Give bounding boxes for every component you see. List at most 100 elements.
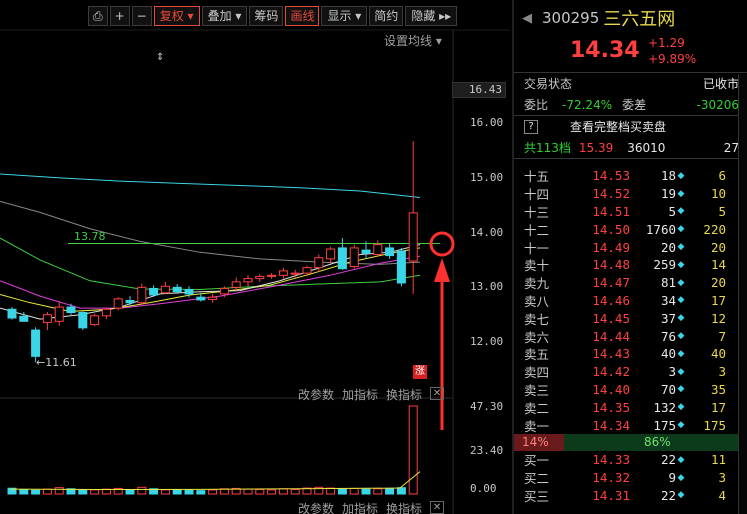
toolbar-overlay-button[interactable]: 叠加 ▾ — [201, 6, 248, 26]
volume-bar — [19, 489, 29, 495]
candle-body — [326, 248, 336, 260]
level-label: 十五 — [524, 169, 550, 185]
order-book-row[interactable]: 十四 14.52 19 ◆ 10 — [514, 185, 747, 203]
toolbar-hide-button[interactable]: 隐藏 ▸▸ — [405, 6, 458, 26]
full-book-link[interactable]: 查看完整档买卖盘 — [570, 118, 666, 135]
order-book-row[interactable]: 十三 14.51 5 ◆ 5 — [514, 203, 747, 221]
change-params-button[interactable]: 改参数 — [298, 500, 334, 514]
total-levels-volume: 36010 — [627, 140, 666, 155]
volume-bar — [54, 487, 64, 495]
flag-icon: ◆ — [677, 206, 685, 217]
candle-body — [113, 298, 123, 309]
toolbar-zoom-out-button[interactable]: − — [131, 6, 152, 26]
toolbar-simple-button[interactable]: 简约 — [369, 6, 404, 26]
level-price: 14.34 — [592, 417, 630, 433]
candle-body — [149, 287, 159, 296]
order-book-row[interactable]: 十五 14.53 18 ◆ 6 — [514, 167, 747, 185]
candle-body — [396, 250, 406, 284]
order-book-row[interactable]: 卖十 14.48 259 ◆ 14 — [514, 256, 747, 274]
change-params-button[interactable]: 改参数 — [298, 386, 334, 403]
toolbar-fuquan-button[interactable]: 复权 ▾ — [153, 6, 200, 26]
order-book-row[interactable]: 买二 14.32 9 ◆ 3 — [514, 469, 747, 487]
level-price: 14.32 — [592, 470, 630, 486]
level-extra: 7 — [718, 328, 726, 344]
volume-bar — [42, 488, 52, 495]
full-book-row[interactable]: ? 查看完整档买卖盘 — [514, 116, 747, 137]
flag-icon: ◆ — [677, 313, 685, 324]
order-book-row[interactable]: 卖二 14.35 132 ◆ 17 — [514, 398, 747, 416]
add-indicator-button[interactable]: 加指标 — [342, 500, 378, 514]
ask-book: 十五 14.53 18 ◆ 6 十四 14.52 19 ◆ 10 十三 14.51 5 ◆ 5 十二 14.50… — [514, 167, 747, 434]
level-price: 14.52 — [592, 186, 630, 202]
toolbar-zoom-in-button[interactable]: + — [109, 6, 130, 26]
order-book-row[interactable]: 买一 14.33 22 ◆ 11 — [514, 451, 747, 469]
level-volume: 132 — [653, 399, 676, 415]
volume-ma-line — [9, 471, 421, 491]
level-price: 14.49 — [592, 239, 630, 255]
level-extra: 5 — [718, 203, 726, 219]
set-ma-button[interactable]: 设置均线 ▾ — [384, 32, 442, 49]
level-label: 买二 — [524, 471, 550, 487]
volume-bar — [172, 489, 182, 495]
level-volume: 19 — [660, 186, 676, 202]
swap-indicator-button[interactable]: 换指标 — [386, 386, 422, 403]
level-volume: 5 — [668, 203, 676, 219]
level-extra: 4 — [718, 487, 726, 503]
candle-body — [101, 308, 111, 317]
order-book-row[interactable]: 买三 14.31 22 ◆ 4 — [514, 487, 747, 505]
candle-body — [208, 296, 218, 300]
prev-stock-icon[interactable]: ◀ — [522, 11, 532, 26]
price-tick: 16.00 — [470, 116, 504, 129]
flag-icon: ◆ — [677, 454, 685, 465]
order-book-row[interactable]: 卖三 14.40 70 ◆ 35 — [514, 381, 747, 399]
level-volume: 81 — [660, 275, 676, 291]
drag-handle-icon[interactable]: ⇕ — [156, 52, 164, 63]
level-extra: 17 — [710, 399, 726, 415]
close-icon[interactable]: ✕ — [430, 501, 445, 514]
order-book-row[interactable]: 卖九 14.47 81 ◆ 20 — [514, 274, 747, 292]
level-extra: 175 — [703, 417, 726, 433]
level-price: 14.31 — [592, 487, 630, 503]
order-book-row[interactable]: 十二 14.50 1760 ◆ 220 — [514, 220, 747, 238]
trade-status-row: 交易状态 已收市 — [514, 73, 747, 94]
level-price: 14.42 — [592, 364, 630, 380]
volume-bar — [349, 487, 359, 495]
flag-icon: ◆ — [677, 348, 685, 359]
volume-bar — [396, 487, 406, 495]
level-price: 14.44 — [592, 328, 630, 344]
volume-bar — [90, 489, 100, 495]
total-levels-label: 共113档 — [524, 141, 571, 155]
kline-chart-svg[interactable] — [0, 0, 510, 514]
order-book-row[interactable]: 卖一 14.34 175 ◆ 175 — [514, 416, 747, 434]
candle-body — [267, 274, 277, 277]
swap-indicator-button[interactable]: 换指标 — [386, 500, 422, 514]
level-price: 14.35 — [592, 399, 630, 415]
level-extra: 10 — [710, 186, 726, 202]
last-price: 14.34 — [570, 38, 640, 63]
weibi-row: 委比 -72.24% 委差 -30206 — [514, 94, 747, 115]
ma-value-label: 13.78 — [74, 230, 106, 243]
level-label: 十三 — [524, 205, 550, 220]
volume-bar — [184, 489, 194, 495]
order-book-row[interactable]: 卖四 14.42 3 ◆ 3 — [514, 363, 747, 381]
toolbar-chips-button[interactable]: 筹码 — [249, 6, 284, 26]
close-icon[interactable]: ✕ — [430, 387, 445, 400]
level-extra: 17 — [710, 292, 726, 308]
candle-body — [66, 306, 76, 314]
toolbar-copy-button[interactable]: ⎙ — [88, 6, 108, 26]
order-book-row[interactable]: 卖八 14.46 34 ◆ 17 — [514, 292, 747, 310]
kline-chart-area[interactable]: ⎙ + − 复权 ▾ 叠加 ▾ 筹码 画线 显示 ▾ 简约 隐藏 ▸▸ 设置均线 ▾ ⇕ 16.4… — [0, 0, 510, 514]
price-tick: 13.00 — [470, 280, 504, 293]
order-book-row[interactable]: 十一 14.49 20 ◆ 20 — [514, 238, 747, 256]
toolbar-draw-button[interactable]: 画线 — [285, 6, 320, 26]
price-tick: 12.00 — [470, 335, 504, 348]
order-book-row[interactable]: 卖五 14.43 40 ◆ 40 — [514, 345, 747, 363]
order-book-row[interactable]: 卖六 14.44 76 ◆ 7 — [514, 327, 747, 345]
volume-bar — [267, 489, 277, 495]
order-book-row[interactable]: 卖七 14.45 37 ◆ 12 — [514, 309, 747, 327]
candle-body — [78, 312, 88, 329]
toolbar-display-button[interactable]: 显示 ▾ — [321, 6, 368, 26]
candle-body — [125, 299, 135, 304]
level-extra: 11 — [710, 452, 726, 468]
add-indicator-button[interactable]: 加指标 — [342, 386, 378, 403]
